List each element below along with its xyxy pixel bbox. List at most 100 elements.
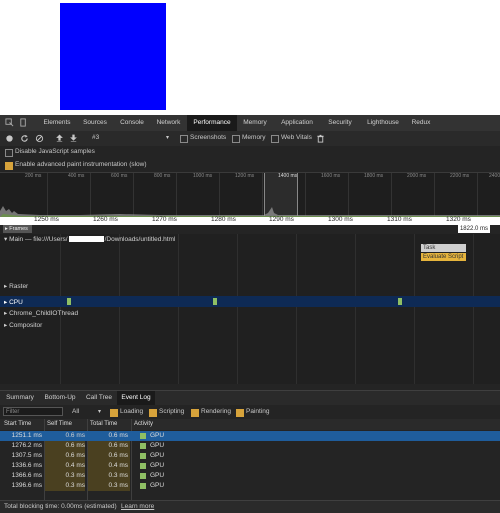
js-samples-row: Disable JavaScript samples [0,146,500,158]
table-row[interactable]: 1336.6 ms 0.4 ms 0.4 ms GPU [0,461,500,471]
frames-track: ▸ Frames 1822.0 ms [0,225,500,234]
tab-memory[interactable]: Memory [237,115,273,131]
memory-label: Memory [242,134,266,141]
disable-js-samples-label: Disable JavaScript samples [15,148,95,155]
gpu-event-marker[interactable] [398,298,402,305]
frames-label: Frames [9,226,28,232]
flame-gridline [473,234,474,384]
disable-js-samples-checkbox[interactable] [5,149,13,157]
filter-input[interactable]: Filter [3,407,63,416]
cpu-track[interactable]: ▸ CPU [0,296,500,307]
col-start-time[interactable]: Start Time [4,419,31,430]
table-row[interactable]: 1307.5 ms 0.6 ms 0.6 ms GPU [0,451,500,461]
table-row[interactable]: 1251.1 ms 0.6 ms 0.6 ms GPU [0,431,500,441]
total-time-cell: 0.3 ms [108,482,128,489]
devtools-tab-bar: Elements Sources Console Network Perform… [0,115,500,132]
redacted-username [68,236,104,243]
start-time-cell: 1336.6 ms [11,462,42,469]
compositor-track[interactable]: ▸ Compositor [4,321,42,329]
duration-select[interactable]: All [72,408,79,415]
chevron-down-icon[interactable]: ▾ [98,408,101,415]
record-icon[interactable] [5,134,14,143]
tab-bottom-up[interactable]: Bottom-Up [40,391,80,405]
tab-summary[interactable]: Summary [4,391,36,405]
loading-checkbox[interactable] [110,409,118,417]
reload-record-icon[interactable] [20,134,29,143]
gpu-event-marker[interactable] [67,298,71,305]
tab-event-log[interactable]: Event Log [117,391,155,405]
self-time-cell: 0.6 ms [65,452,85,459]
tab-sources[interactable]: Sources [76,115,114,131]
table-row[interactable]: 1276.2 ms 0.6 ms 0.6 ms GPU [0,441,500,451]
loading-label: Loading [120,408,144,415]
total-time-cell: 0.6 ms [108,442,128,449]
tab-lighthouse[interactable]: Lighthouse [359,115,407,131]
col-total-time[interactable]: Total Time [90,419,117,430]
advanced-paint-checkbox[interactable] [5,162,13,170]
inspect-element-icon[interactable] [5,118,14,127]
cpu-track-label: ▸ CPU [4,299,23,306]
screenshots-checkbox[interactable] [180,135,188,143]
activity-cell: GPU [150,442,165,449]
self-time-cell: 0.4 ms [65,462,85,469]
chrome-child-io-track[interactable]: ▸ Chrome_ChildIOThread [4,309,78,317]
web-vitals-label: Web Vitals [281,134,312,141]
scripting-label: Scripting [159,408,185,415]
download-icon[interactable] [69,134,78,143]
details-tab-bar: Summary Bottom-Up Call Tree Event Log [0,390,500,406]
advanced-paint-label: Enable advanced paint instrumentation (s… [15,161,147,168]
tab-call-tree[interactable]: Call Tree [82,391,116,405]
tab-console[interactable]: Console [114,115,150,131]
activity-cell: GPU [150,432,165,439]
chevron-down-icon[interactable]: ▾ [166,134,169,141]
main-thread-track[interactable]: ▾ Main — file:///Users//Downloads/untitl… [4,235,175,243]
raster-track[interactable]: ▸ Raster [4,282,28,290]
flame-chart[interactable]: ▾ Main — file:///Users//Downloads/untitl… [0,234,500,384]
gpu-category-icon [140,453,146,459]
frames-toggle[interactable]: ▸ Frames [3,225,32,233]
scripting-checkbox[interactable] [149,409,157,417]
activity-cell: GPU [150,452,165,459]
tab-elements[interactable]: Elements [38,115,76,131]
upload-icon[interactable] [55,134,64,143]
total-time-cell: 0.3 ms [108,472,128,479]
device-toolbar-icon[interactable] [19,118,28,127]
gpu-category-icon [140,433,146,439]
rendering-checkbox[interactable] [191,409,199,417]
flame-gridline [355,234,356,384]
tab-redux[interactable]: Redux [407,115,435,131]
web-vitals-checkbox[interactable] [271,135,279,143]
blue-square [60,3,166,110]
start-time-cell: 1276.2 ms [11,442,42,449]
learn-more-link[interactable]: Learn more [121,503,154,510]
ruler-label: 1300 ms [328,216,353,223]
painting-checkbox[interactable] [236,409,244,417]
total-time-cell: 0.6 ms [108,432,128,439]
tab-security[interactable]: Security [321,115,359,131]
timeline-overview[interactable]: 200 ms 400 ms 600 ms 800 ms 1000 ms 1200… [0,173,500,217]
painting-label: Painting [246,408,270,415]
frames-duration: 1822.0 ms [457,225,490,233]
col-activity[interactable]: Activity [134,419,153,430]
flame-gridline [119,234,120,384]
event-log-body: 1251.1 ms 0.6 ms 0.6 ms GPU 1276.2 ms 0.… [0,430,500,500]
tab-performance[interactable]: Performance [187,115,237,131]
tab-application[interactable]: Application [273,115,321,131]
flame-gridline [178,234,179,384]
gpu-event-marker[interactable] [213,298,217,305]
profile-select[interactable]: #3 [92,134,99,141]
performance-toolbar: #3 ▾ Screenshots Memory Web Vitals [0,131,500,147]
clear-icon[interactable] [35,134,44,143]
evaluate-script-event[interactable]: Evaluate Script [421,253,466,261]
garbage-collect-icon[interactable] [316,134,325,143]
flame-gridline [414,234,415,384]
table-row[interactable]: 1396.6 ms 0.3 ms 0.3 ms GPU [0,481,500,491]
ruler-label: 1260 ms [93,216,118,223]
activity-cell: GPU [150,482,165,489]
table-row[interactable]: 1366.6 ms 0.3 ms 0.3 ms GPU [0,471,500,481]
memory-checkbox[interactable] [232,135,240,143]
task-event[interactable]: Task [421,244,466,252]
col-self-time[interactable]: Self Time [47,419,72,430]
ruler-label: 1250 ms [34,216,59,223]
tab-network[interactable]: Network [150,115,187,131]
